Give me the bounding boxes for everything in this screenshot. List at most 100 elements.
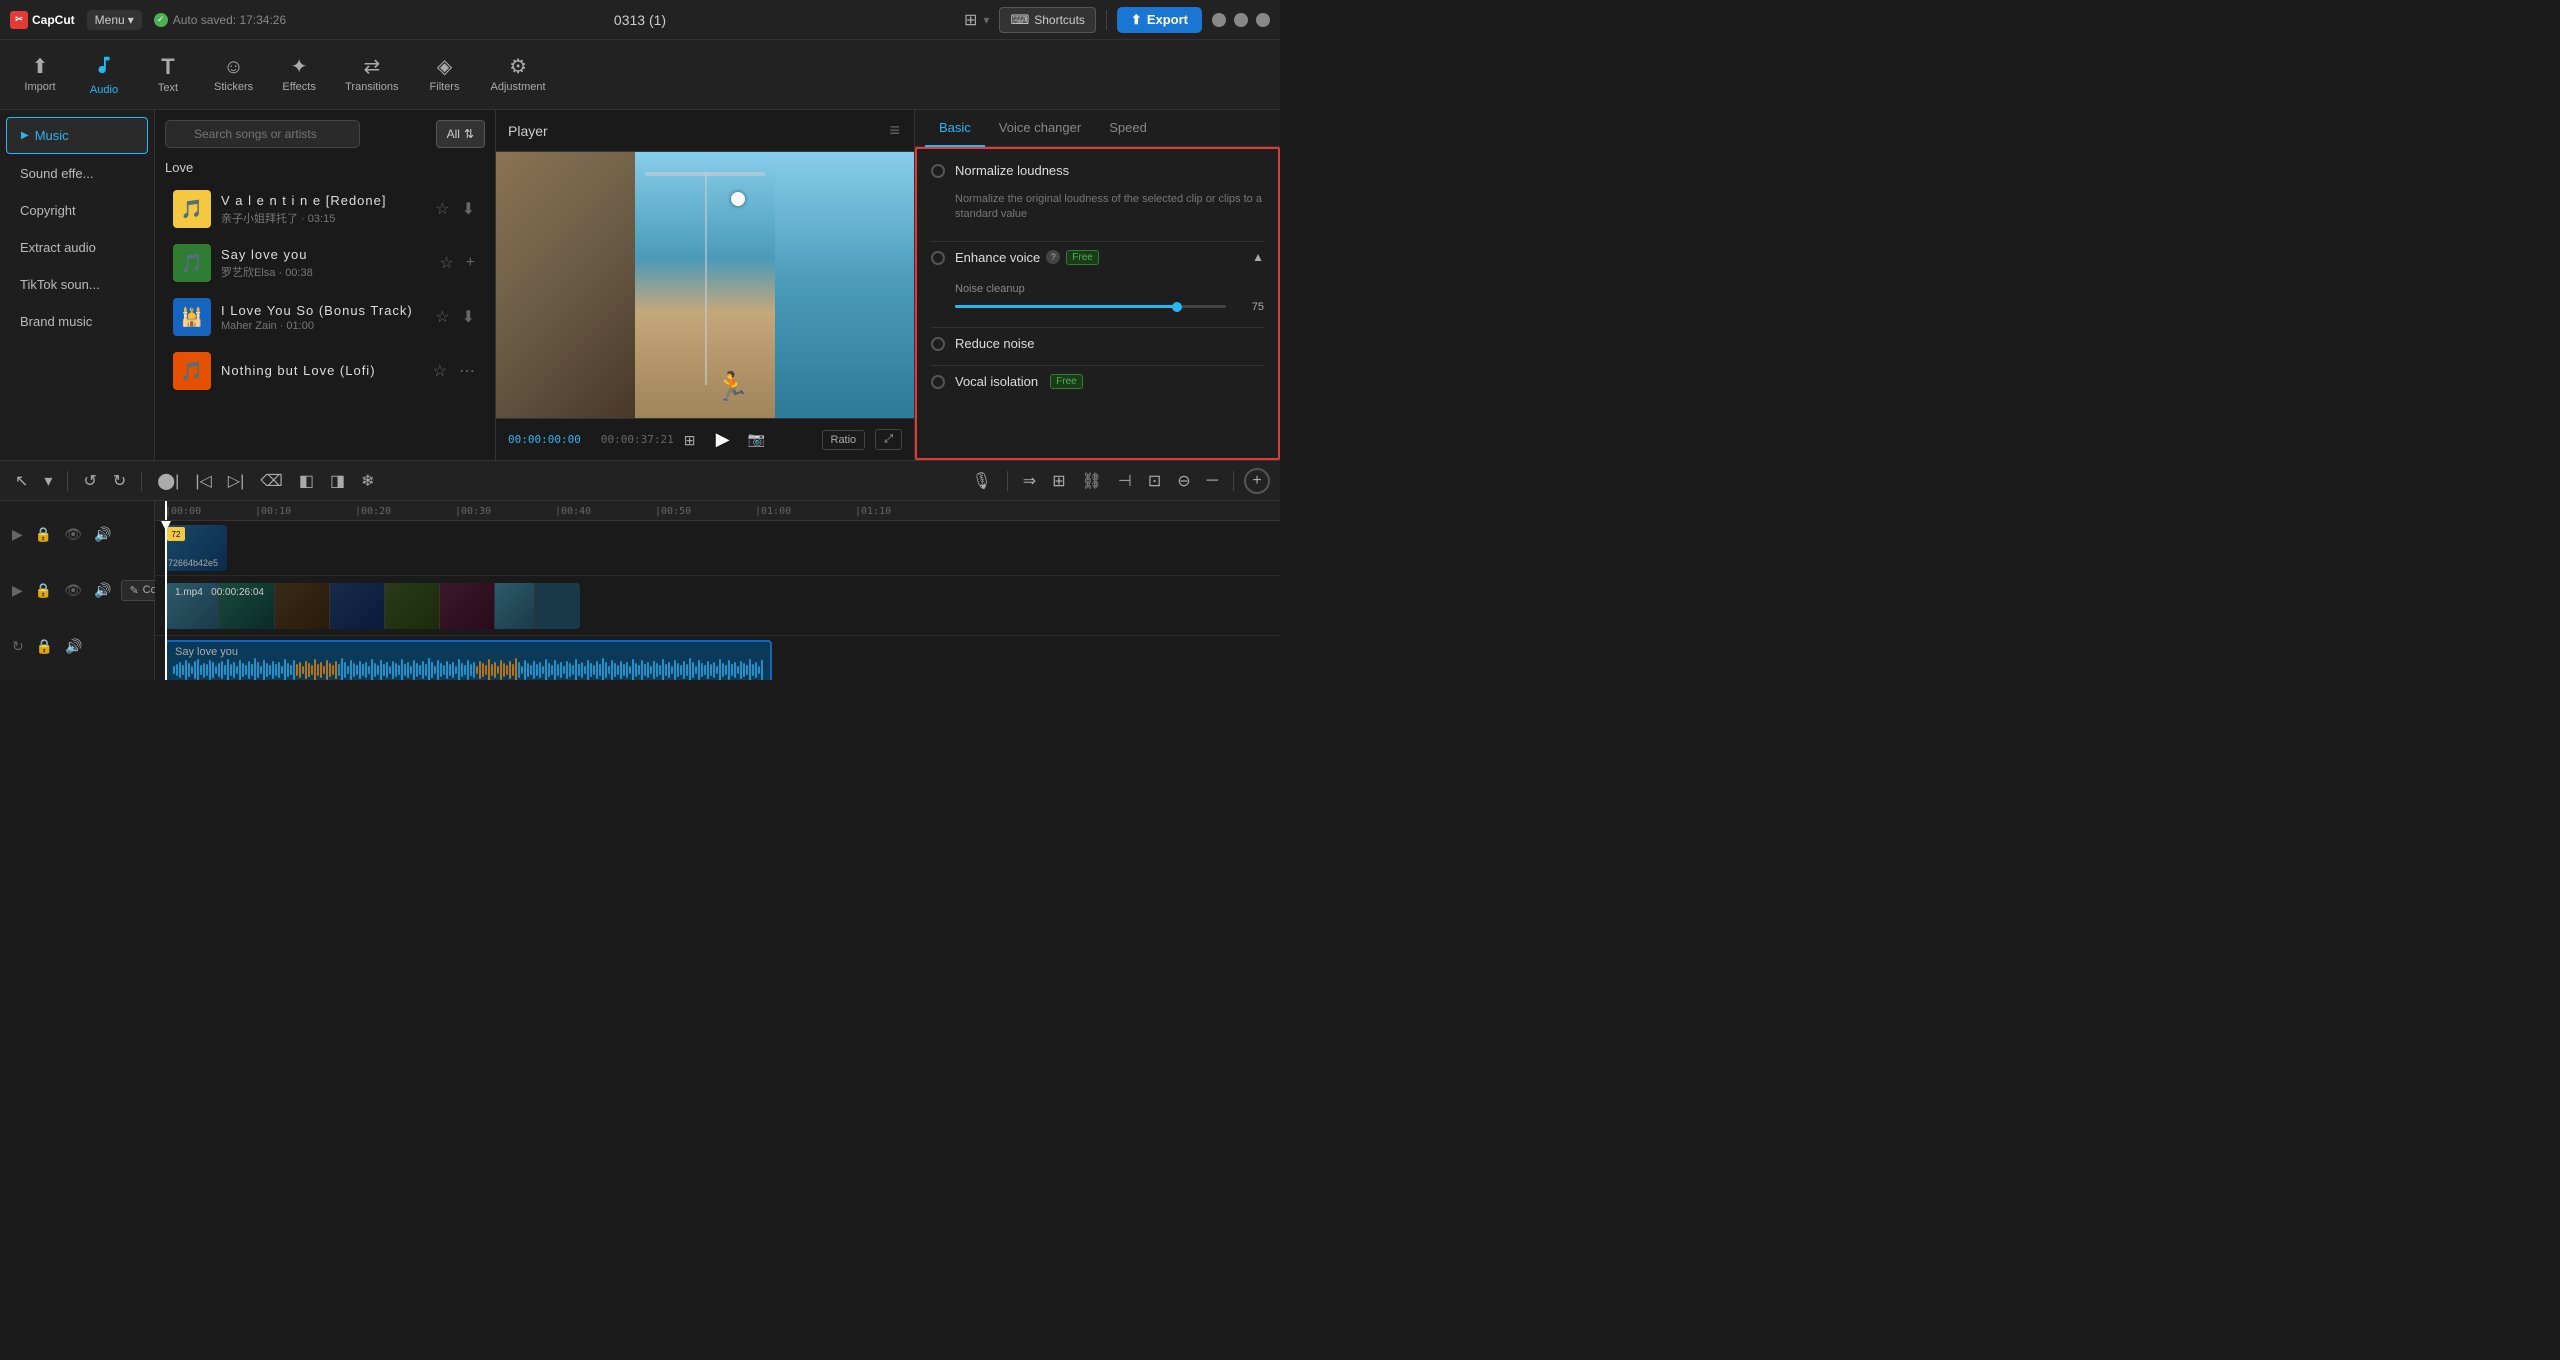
list-item[interactable]: 🕌 I Love You So (Bonus Track) Maher Zain… [165,291,485,343]
delete-button[interactable]: ⌫ [255,468,288,494]
subtitle-button[interactable]: ⊡ [1143,468,1166,494]
tool-import[interactable]: ⬆ Import [10,51,70,99]
ratio-button[interactable]: Ratio [822,430,866,450]
table-row[interactable]: 1.mp4 00:00:26:04 [165,583,580,629]
track-loop-button[interactable]: ↻ [10,636,26,657]
download-button[interactable]: ⬇ [460,305,477,329]
player-menu-button[interactable]: ≡ [887,118,902,143]
thumb-clip: 72 72664b42e5 [165,525,227,571]
favorite-button[interactable]: ☆ [433,305,451,329]
sidebar-item-music[interactable]: ▶ Music [6,117,148,154]
screenshot-button[interactable]: 📷 [746,429,767,450]
track-lock-button[interactable]: 🔒 [33,524,54,545]
zoom-in-button[interactable]: ─ [1202,469,1223,493]
export-button[interactable]: ⬆ Export [1117,7,1202,33]
tool-transitions[interactable]: ⇄ Transitions [333,51,410,99]
add-button[interactable]: + [464,252,477,274]
track-eye-button[interactable]: 👁 [62,524,84,545]
vocal-isolation-label: Vocal isolation [955,374,1038,389]
redo-button[interactable]: ↻ [108,468,131,494]
trim-right-button[interactable]: ▷| [223,468,249,494]
audio-label: Audio [90,84,118,96]
reduce-noise-checkbox[interactable] [931,337,945,351]
fullscreen-button[interactable]: ⤢ [875,429,902,450]
download-button[interactable]: ⬇ [460,197,477,221]
sidebar-item-tiktok-sounds[interactable]: TikTok soun... [6,267,148,302]
track-volume-button-2[interactable]: 🔊 [92,580,113,601]
clip-filename: 1.mp4 [175,587,203,598]
tab-voice-changer[interactable]: Voice changer [985,110,1095,147]
split-button[interactable]: ⬤| [152,468,184,494]
tab-speed[interactable]: Speed [1095,110,1161,147]
time-current: 00:00:00:00 [508,433,581,446]
sidebar-item-sound-effects[interactable]: Sound effe... [6,156,148,191]
mic-button[interactable]: 🎙 [966,468,996,494]
track-volume-button-3[interactable]: 🔊 [63,636,84,657]
divider [931,241,1264,242]
tool-adjustment[interactable]: ⚙ Adjustment [479,51,558,99]
zoom-out-button[interactable]: ⊖ [1172,468,1195,494]
favorite-button[interactable]: ☆ [437,251,455,275]
select-tool-button[interactable]: ↖ [10,468,33,494]
track-eye-button-2[interactable]: 👁 [62,580,84,601]
keyboard-icon: ⌨ [1010,12,1029,28]
table-row[interactable]: 72 72664b42e5 [165,525,227,571]
select-dropdown-button[interactable]: ▾ [39,468,57,494]
align-center-button[interactable]: ⊣ [1113,468,1137,494]
track-lock-button-2[interactable]: 🔒 [33,580,54,601]
favorite-button[interactable]: ☆ [433,197,451,221]
add-track-button[interactable]: + [1244,468,1270,494]
align-left-button[interactable]: ◧ [294,468,319,494]
noise-cleanup-fill [955,305,1177,308]
track-volume-button[interactable]: 🔊 [92,524,113,545]
grid-button[interactable]: ⊞ [1047,468,1070,494]
search-input[interactable] [165,120,360,148]
link-button[interactable]: ⇒ [1018,468,1041,494]
export-label: Export [1147,12,1188,27]
layout-icon[interactable]: ⊞ [964,10,977,30]
track-video-icon-2[interactable]: ▶ [10,580,25,601]
noise-cleanup-thumb[interactable] [1172,302,1182,312]
enhance-voice-checkbox[interactable] [931,251,945,265]
track-video-icon[interactable]: ▶ [10,524,25,545]
more-button[interactable]: ⋯ [457,359,477,383]
import-icon: ⬆ [32,57,49,77]
table-row[interactable]: Say love you (function() { var heights =… [165,640,772,680]
enhance-voice-info-icon[interactable]: ? [1046,250,1060,264]
tool-stickers[interactable]: ☺ Stickers [202,51,265,99]
chain-button[interactable]: ⛓ [1077,468,1107,494]
minimize-button[interactable]: — [1212,13,1226,27]
menu-button[interactable]: Menu ▾ [87,10,142,30]
trim-left-button[interactable]: |◁ [190,468,216,494]
tool-effects[interactable]: ✦ Effects [269,51,329,99]
align-right-button[interactable]: ◨ [325,468,350,494]
list-item[interactable]: 🎵 V a l e n t i n e [Redone] 亲子小姐拜托了 · 0… [165,183,485,235]
list-item[interactable]: 🎵 Say love you 罗艺欣Elsa · 00:38 ☆ + [165,237,485,289]
right-tabs: Basic Voice changer Speed [915,110,1280,147]
tab-basic[interactable]: Basic [925,110,985,147]
undo-button[interactable]: ↺ [78,468,101,494]
grid-view-icon[interactable]: ⊞ [684,432,700,448]
tool-text[interactable]: T Text [138,50,198,100]
sidebar-item-copyright[interactable]: Copyright [6,193,148,228]
freeze-button[interactable]: ❄ [356,468,379,494]
shortcuts-button[interactable]: ⌨ Shortcuts [999,7,1095,33]
vocal-isolation-checkbox[interactable] [931,375,945,389]
favorite-button[interactable]: ☆ [431,359,449,383]
play-button[interactable]: ▶ [710,427,736,452]
maximize-button[interactable]: □ [1234,13,1248,27]
all-filter-button[interactable]: All ⇅ [436,120,485,148]
track-lock-button-3[interactable]: 🔒 [34,636,55,657]
sidebar-item-extract-audio[interactable]: Extract audio [6,230,148,265]
text-label: Text [158,82,178,94]
timeline-area: ↖ ▾ ↺ ↻ ⬤| |◁ ▷| ⌫ ◧ ◨ ❄ 🎙 ⇒ ⊞ ⛓ ⊣ ⊡ ⊖ ─… [0,460,1280,680]
normalize-checkbox[interactable] [931,164,945,178]
enhance-voice-chevron-icon[interactable]: ▲ [1252,250,1264,264]
tool-audio[interactable]: Audio [74,48,134,102]
tool-filters[interactable]: ◈ Filters [415,51,475,99]
toolbar: ⬆ Import Audio T Text ☺ Stickers ✦ Effec… [0,40,1280,110]
timeline-ruler: |00:00 |00:10 |00:20 |00:30 |00:40 |00:5… [155,501,1280,521]
close-button[interactable]: ✕ [1256,13,1270,27]
sidebar-item-brand-music[interactable]: Brand music [6,304,148,339]
list-item[interactable]: 🎵 Nothing but Love (Lofi) ☆ ⋯ [165,345,485,397]
